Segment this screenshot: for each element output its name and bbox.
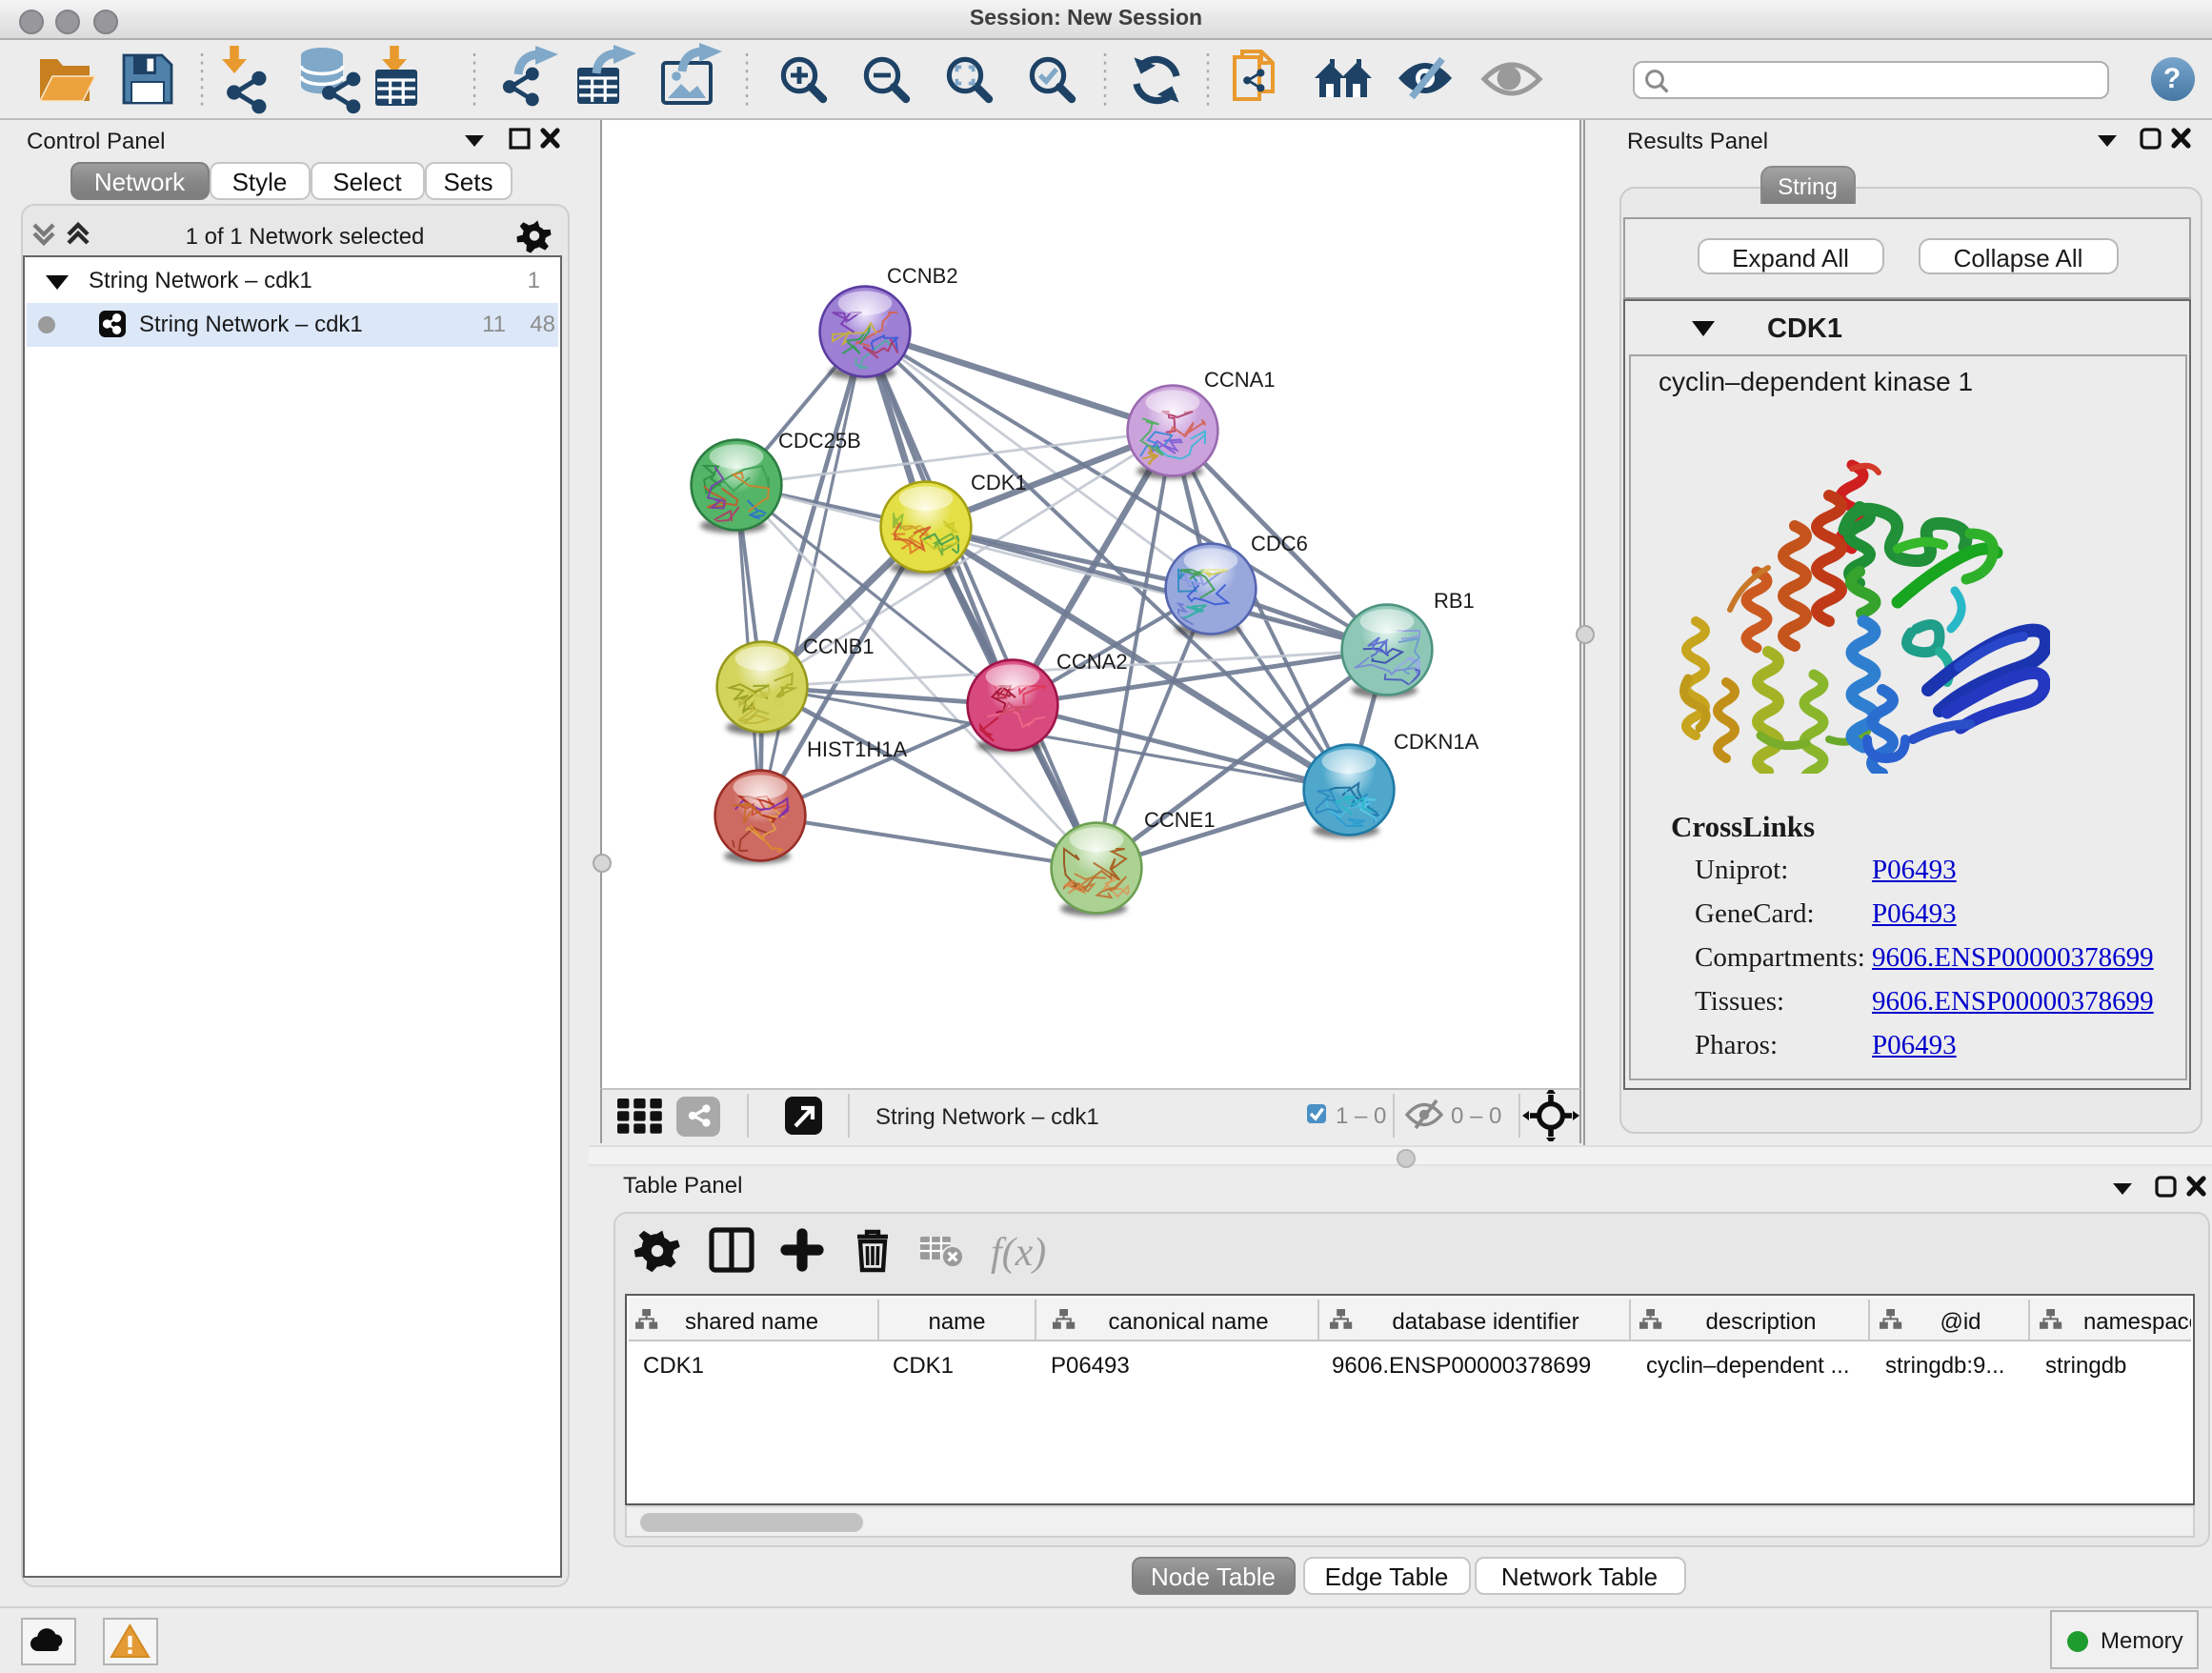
svg-text:CCNE1: CCNE1 — [1143, 807, 1215, 831]
svg-text:stringdb: stringdb — [2044, 1352, 2125, 1378]
svg-text:CCNA2: CCNA2 — [1056, 649, 1127, 673]
svg-text:name: name — [927, 1308, 984, 1334]
svg-text:database identifier: database identifier — [1391, 1308, 1578, 1334]
svg-text:1 – 0: 1 – 0 — [1335, 1103, 1385, 1129]
svg-text:namespace: namespace — [2082, 1308, 2191, 1334]
svg-text:CCNB2: CCNB2 — [886, 263, 957, 287]
svg-text:@id: @id — [1939, 1308, 1980, 1334]
svg-text:stringdb:9...: stringdb:9... — [1884, 1352, 2003, 1378]
svg-text:CCNB1: CCNB1 — [802, 634, 874, 657]
svg-text:description: description — [1704, 1308, 1815, 1334]
svg-text:shared name: shared name — [684, 1308, 817, 1334]
svg-text:HIST1H1A: HIST1H1A — [806, 736, 906, 760]
svg-text:9606.ENSP00000378699: 9606.ENSP00000378699 — [1331, 1352, 1590, 1378]
svg-text:CCNA1: CCNA1 — [1203, 367, 1275, 391]
svg-text:CDC6: CDC6 — [1250, 531, 1307, 554]
svg-text:cyclin–dependent ...: cyclin–dependent ... — [1645, 1352, 1848, 1378]
svg-text:CDK1: CDK1 — [892, 1352, 953, 1378]
svg-text:canonical name: canonical name — [1107, 1308, 1267, 1334]
svg-text:CDKN1A: CDKN1A — [1393, 729, 1478, 753]
svg-text:P06493: P06493 — [1050, 1352, 1129, 1378]
svg-text:CDK1: CDK1 — [642, 1352, 703, 1378]
svg-text:String Network – cdk1: String Network – cdk1 — [875, 1104, 1098, 1130]
svg-text:RB1: RB1 — [1433, 588, 1474, 612]
svg-text:CDC25B: CDC25B — [777, 428, 860, 452]
svg-text:CDK1: CDK1 — [970, 470, 1026, 494]
svg-text:0 – 0: 0 – 0 — [1450, 1103, 1500, 1129]
